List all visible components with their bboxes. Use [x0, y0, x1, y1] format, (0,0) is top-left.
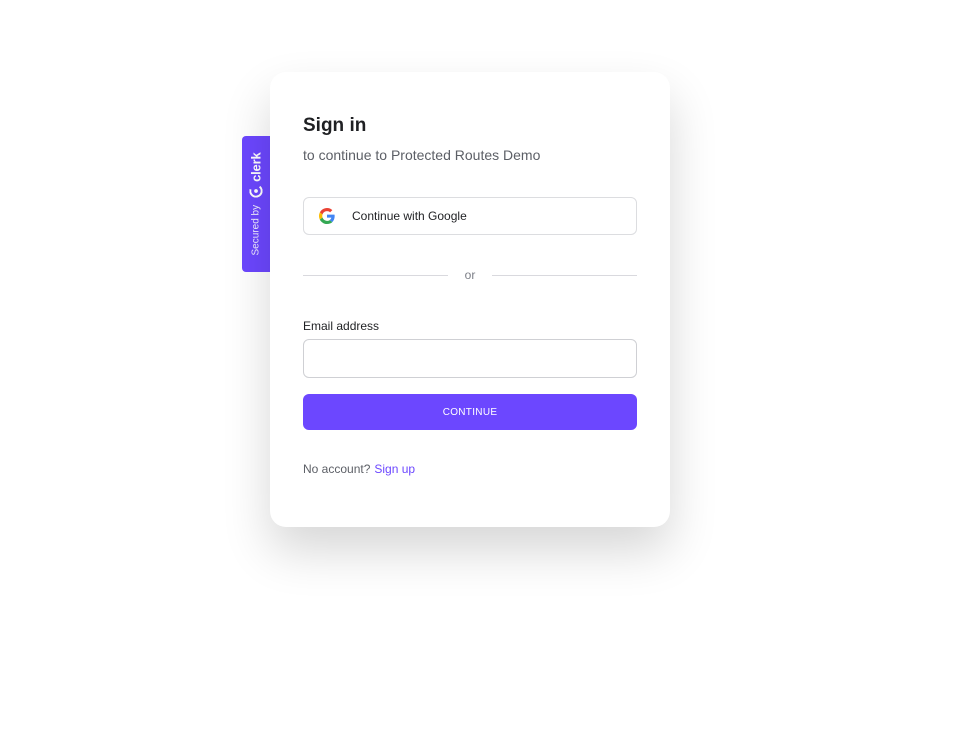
email-label: Email address — [303, 319, 380, 333]
divider-line-right — [492, 275, 637, 276]
sign-in-card: Sign in to continue to Protected Routes … — [270, 72, 670, 527]
continue-with-google-button[interactable]: Continue with Google — [303, 197, 637, 235]
sign-up-link[interactable]: Sign up — [374, 462, 415, 476]
secured-by-badge[interactable]: Secured by clerk — [242, 136, 270, 272]
continue-button[interactable]: CONTINUE — [303, 394, 637, 430]
no-account-text: No account? — [303, 462, 371, 476]
card-subtitle: to continue to Protected Routes Demo — [303, 147, 541, 163]
google-icon — [319, 208, 335, 224]
clerk-logo-icon — [249, 184, 263, 198]
or-divider: or — [303, 268, 637, 282]
google-button-label: Continue with Google — [352, 209, 467, 223]
secured-by-content: Secured by clerk — [249, 153, 264, 256]
page: Secured by clerk Sign in to continue to … — [0, 0, 975, 753]
card-title: Sign in — [303, 115, 367, 136]
clerk-brand-text: clerk — [248, 152, 264, 182]
sign-up-prompt: No account? Sign up — [303, 462, 415, 476]
secured-by-text: Secured by — [250, 204, 262, 256]
email-field[interactable] — [303, 339, 637, 378]
clerk-logo: clerk — [249, 153, 264, 198]
